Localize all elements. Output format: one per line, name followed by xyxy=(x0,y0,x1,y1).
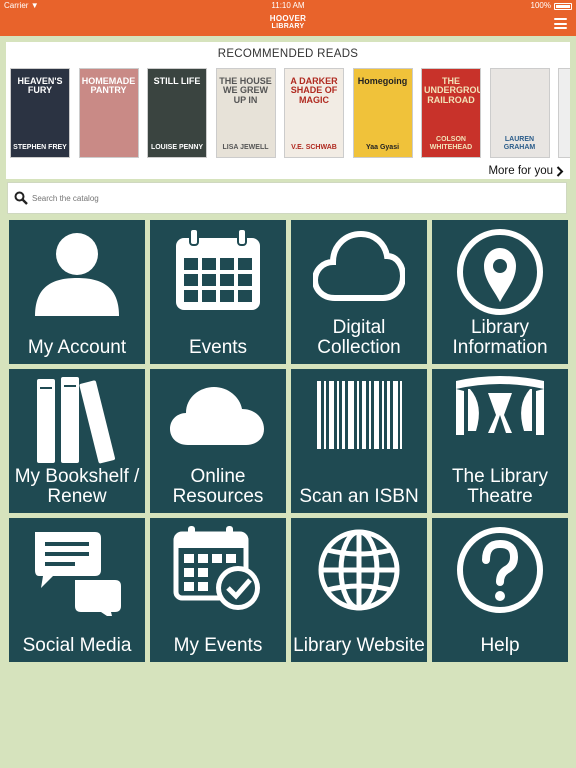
tile-my-bookshelf-renew[interactable]: My Bookshelf / Renew xyxy=(9,369,145,513)
tile-digital-collection[interactable]: Digital Collection xyxy=(291,220,427,364)
search-bar[interactable] xyxy=(7,182,567,214)
tile-label: Social Media xyxy=(22,635,132,656)
battery-status: 100% xyxy=(531,0,572,12)
book-author: V.E. SCHWAB xyxy=(291,143,337,151)
books-icon xyxy=(9,375,145,467)
tile-library-information[interactable]: Library Information xyxy=(432,220,568,364)
tile-label: Library Website xyxy=(293,635,425,656)
logo-line-1: HOOVER xyxy=(269,14,307,23)
book-title: Homegoing xyxy=(357,76,408,86)
chevron-right-icon xyxy=(556,165,564,177)
tile-label: The Library Theatre xyxy=(451,466,549,507)
book-author: LOUISE PENNY xyxy=(150,143,204,151)
library-logo[interactable]: HOOVER LIBRARY xyxy=(0,15,576,31)
tile-label: Scan an ISBN xyxy=(299,486,419,507)
tile-events[interactable]: Events xyxy=(150,220,286,364)
tile-label: My Bookshelf / Renew xyxy=(14,466,140,507)
tile-my-events[interactable]: My Events xyxy=(150,518,286,662)
globe-icon xyxy=(291,524,427,616)
book-title: HOMEMADE PANTRY xyxy=(81,76,136,96)
tile-label: My Events xyxy=(173,635,263,656)
more-for-you-link[interactable]: More for you xyxy=(488,165,564,177)
book-title: STILL LIFE xyxy=(153,76,201,86)
location-pin-icon xyxy=(432,226,568,318)
book-cover[interactable]: HOMEMADE PANTRY xyxy=(78,68,139,158)
book-author: LISA JEWELL xyxy=(222,143,269,151)
hamburger-menu-icon[interactable] xyxy=(554,18,567,29)
barcode-icon xyxy=(291,375,427,467)
tile-label: Digital Collection xyxy=(317,317,401,358)
tile-label: Events xyxy=(188,337,248,358)
book-cover[interactable]: Homegoing Yaa Gyasi xyxy=(352,68,413,158)
calendar-check-icon xyxy=(150,524,286,616)
book-cover[interactable]: A DARKER SHADE OF MAGIC V.E. SCHWAB xyxy=(284,68,344,158)
book-author: STEPHEN FREY xyxy=(13,143,67,151)
tile-library-website[interactable]: Library Website xyxy=(291,518,427,662)
tile-label: Online Resources xyxy=(172,466,264,507)
book-cover[interactable]: LAUREN GRAHAM xyxy=(489,68,550,158)
book-author: LAUREN GRAHAM xyxy=(503,136,536,151)
tile-social-media[interactable]: Social Media xyxy=(9,518,145,662)
tile-scan-an-isbn[interactable]: Scan an ISBN xyxy=(291,369,427,513)
status-bar: Carrier ▼ 11:10 AM 100% xyxy=(0,0,576,12)
recommended-reads: RECOMMENDED READS HEAVEN'S FURY STEPHEN F… xyxy=(6,42,570,179)
nav-bar: HOOVER LIBRARY xyxy=(0,12,576,36)
logo-line-2: LIBRARY xyxy=(271,23,305,30)
tile-my-account[interactable]: My Account xyxy=(9,220,145,364)
cloud-outline-icon xyxy=(291,226,427,318)
theatre-icon xyxy=(432,375,568,467)
status-time: 11:10 AM xyxy=(271,1,305,10)
tile-the-library-theatre[interactable]: The Library Theatre xyxy=(432,369,568,513)
book-title: THE UNDERGROUND RAILROAD xyxy=(424,76,480,105)
recommended-title: RECOMMENDED READS xyxy=(217,48,359,60)
tile-help[interactable]: Help xyxy=(432,518,568,662)
book-cover[interactable] xyxy=(558,68,570,158)
tile-label: Help xyxy=(480,635,520,656)
book-carousel[interactable]: HEAVEN'S FURY STEPHEN FREY HOMEMADE PANTRY… xyxy=(10,68,570,160)
person-icon xyxy=(9,226,145,318)
question-icon xyxy=(432,524,568,616)
book-title: A DARKER SHADE OF MAGIC xyxy=(290,76,338,105)
search-icon xyxy=(14,191,28,205)
battery-percent: 100% xyxy=(530,1,551,10)
book-author: COLSON WHITEHEAD xyxy=(429,136,473,151)
battery-icon xyxy=(554,2,572,10)
search-input[interactable] xyxy=(32,193,552,203)
more-label: More for you xyxy=(488,165,553,177)
tile-label: Library Information xyxy=(452,317,548,358)
calendar-icon xyxy=(150,226,286,318)
book-title: HEAVEN'S FURY xyxy=(17,76,63,96)
book-author: Yaa Gyasi xyxy=(365,143,400,151)
book-cover[interactable]: THE UNDERGROUND RAILROAD COLSON WHITEHEAD xyxy=(421,68,481,158)
book-cover[interactable]: STILL LIFE LOUISE PENNY xyxy=(147,68,207,158)
tile-online-resources[interactable]: Online Resources xyxy=(150,369,286,513)
book-cover[interactable]: HEAVEN'S FURY STEPHEN FREY xyxy=(10,68,70,158)
cloud-icon xyxy=(150,375,286,467)
book-title: THE HOUSE WE GREW UP IN xyxy=(219,76,272,105)
book-cover[interactable]: THE HOUSE WE GREW UP IN LISA JEWELL xyxy=(215,68,276,158)
tile-label: My Account xyxy=(27,337,127,358)
chat-bubbles-icon xyxy=(9,524,145,616)
